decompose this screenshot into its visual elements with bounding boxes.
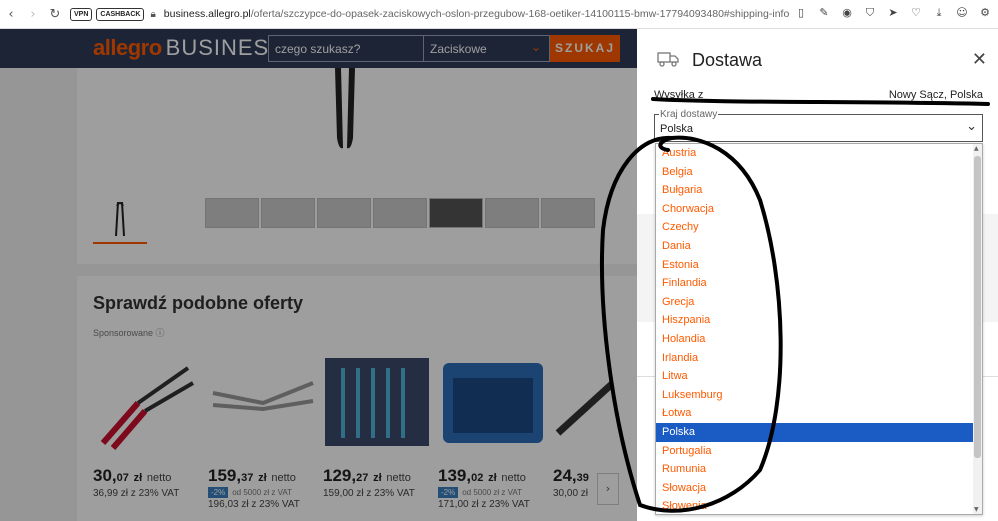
browser-tools: ▯ ✎ ◉ ⛉ ➤ ♡ ⤓ ☺ ⚙ [794, 6, 992, 20]
panel-title: Dostawa [692, 50, 763, 70]
reload-icon[interactable]: ↻ [44, 7, 66, 22]
scroll-up-icon[interactable]: ▲ [974, 145, 979, 152]
reader-icon[interactable]: ▯ [794, 6, 808, 20]
chevron-down-icon: ⌄ [966, 119, 977, 134]
country-value: Polska [660, 123, 694, 135]
scrollbar[interactable]: ▲ ▼ [973, 144, 982, 514]
truck-icon [657, 52, 679, 67]
country-option[interactable]: Chorwacja [656, 200, 982, 219]
country-option[interactable]: Rumunia [656, 460, 982, 479]
country-option[interactable]: Irlandia [656, 349, 982, 368]
browser-toolbar: ‹ › ↻ VPN CASHBACK 🔒︎ business.allegro.p… [0, 0, 998, 29]
url-domain: business.allegro.pl [163, 8, 251, 20]
country-option[interactable]: Luksemburg [656, 386, 982, 405]
country-dropdown-list[interactable]: Austria Belgia Bułgaria Chorwacja Czechy Dani… [655, 143, 983, 515]
country-option[interactable]: Dania [656, 237, 982, 256]
country-legend: Kraj dostawy [659, 109, 719, 120]
country-option[interactable]: Austria [656, 144, 982, 163]
settings-icon[interactable]: ⚙ [978, 6, 992, 20]
scroll-thumb[interactable] [974, 156, 981, 458]
cashback-badge[interactable]: CASHBACK [96, 7, 145, 21]
country-option[interactable]: Hiszpania [656, 311, 982, 330]
close-icon[interactable]: ✕ [972, 49, 987, 70]
country-option[interactable]: Bułgaria [656, 181, 982, 200]
forward-icon[interactable]: › [22, 7, 44, 22]
download-icon[interactable]: ⤓ [932, 6, 946, 20]
profile-icon[interactable]: ☺ [955, 6, 969, 20]
country-option[interactable]: Estonia [656, 256, 982, 275]
camera-icon[interactable]: ◉ [840, 6, 854, 20]
country-option[interactable]: Portugalia [656, 442, 982, 461]
country-option[interactable]: Czechy [656, 218, 982, 237]
country-option[interactable]: Słowenia [656, 497, 982, 514]
country-option[interactable]: Słowacja [656, 479, 982, 498]
shield-icon[interactable]: ⛉ [863, 6, 877, 20]
ship-from-value: Nowy Sącz, Polska [888, 89, 983, 101]
delivery-country-select[interactable]: Kraj dostawy Polska ⌄ [654, 109, 983, 142]
send-icon[interactable]: ➤ [886, 6, 900, 20]
country-option[interactable]: Grecja [656, 293, 982, 312]
ship-from-label: Wysyłka z [654, 89, 704, 101]
address-bar[interactable]: business.allegro.pl/oferta/szczypce-do-o… [164, 8, 790, 20]
country-option[interactable]: Belgia [656, 163, 982, 182]
country-option[interactable]: Finlandia [656, 274, 982, 293]
country-option[interactable]: Polska [656, 422, 982, 442]
edit-icon[interactable]: ✎ [817, 6, 831, 20]
url-path: /oferta/szczypce-do-opasek-zaciskowych-o… [250, 8, 790, 20]
country-option[interactable]: Łotwa [656, 404, 982, 423]
heart-icon[interactable]: ♡ [909, 6, 923, 20]
back-icon[interactable]: ‹ [0, 7, 22, 22]
scroll-down-icon[interactable]: ▼ [974, 506, 979, 513]
country-option[interactable]: Holandia [656, 330, 982, 349]
vpn-badge[interactable]: VPN [70, 7, 93, 21]
lock-icon[interactable]: 🔒︎ [150, 9, 155, 20]
modal-backdrop[interactable] [0, 29, 637, 521]
country-option[interactable]: Litwa [656, 367, 982, 386]
